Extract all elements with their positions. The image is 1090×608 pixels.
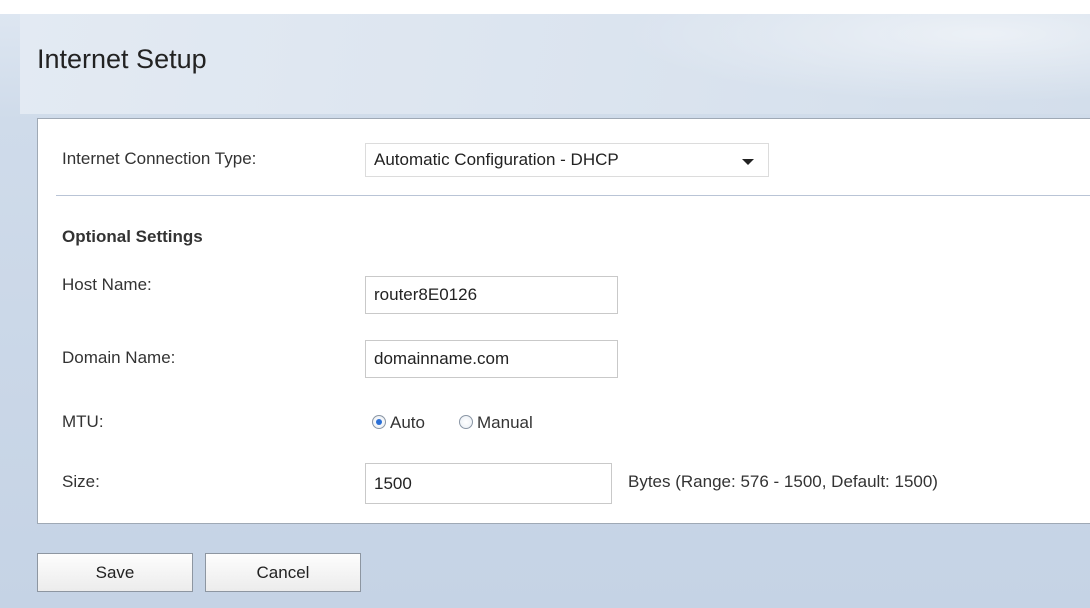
section-divider: [56, 195, 1090, 196]
page-title: Internet Setup: [37, 44, 207, 74]
settings-panel: Internet Connection Type: Automatic Conf…: [37, 118, 1090, 524]
radio-selected-dot: [376, 419, 382, 425]
mtu-manual-label[interactable]: Manual: [477, 413, 533, 433]
domain-name-label: Domain Name:: [62, 348, 176, 367]
save-button[interactable]: Save: [37, 553, 193, 592]
mtu-auto-label[interactable]: Auto: [390, 413, 425, 433]
cancel-button[interactable]: Cancel: [205, 553, 361, 592]
optional-settings-heading: Optional Settings: [62, 227, 203, 246]
size-range-hint: Bytes (Range: 576 - 1500, Default: 1500): [628, 472, 938, 491]
page: Internet Setup Internet Connection Type:…: [0, 0, 1090, 608]
connection-type-select[interactable]: Automatic Configuration - DHCP: [365, 143, 769, 177]
size-label: Size:: [62, 472, 100, 491]
host-name-label: Host Name:: [62, 275, 152, 294]
connection-type-value: Automatic Configuration - DHCP: [374, 150, 619, 169]
mtu-auto-radio[interactable]: [372, 415, 386, 429]
host-name-input[interactable]: router8E0126: [365, 276, 618, 314]
size-input[interactable]: 1500: [365, 463, 612, 504]
mtu-manual-radio[interactable]: [459, 415, 473, 429]
connection-type-label: Internet Connection Type:: [62, 149, 257, 168]
domain-name-input[interactable]: domainname.com: [365, 340, 618, 378]
chevron-down-icon: [742, 159, 754, 165]
header-sheen: [560, 14, 1090, 114]
mtu-label: MTU:: [62, 412, 104, 431]
